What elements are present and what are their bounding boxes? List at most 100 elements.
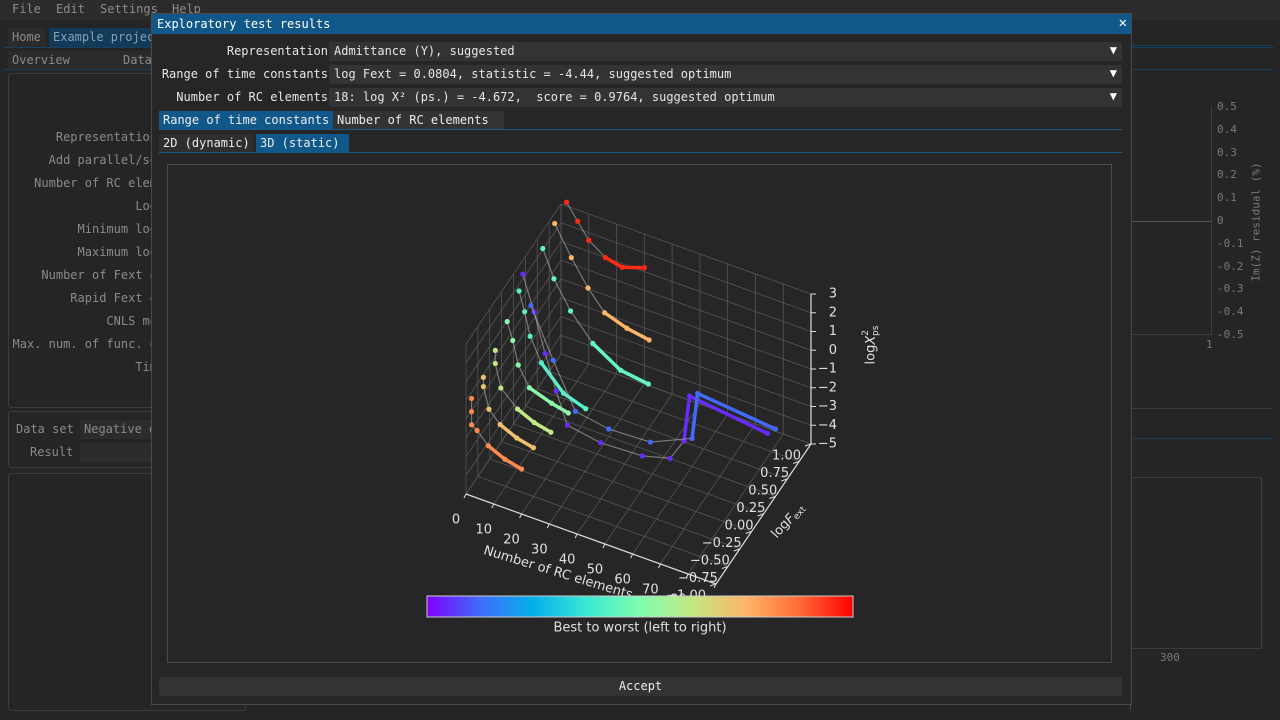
x-tick-mark [657,563,661,569]
representation-select[interactable]: Admittance (Y), suggested ▼ [329,42,1122,61]
zero-line [1131,221,1211,222]
tab-3d-static[interactable]: 3D (static) [256,134,349,152]
setting-label: Maximum log [77,245,157,259]
z-tick-label: −3 [818,399,837,414]
data-point [563,199,570,205]
grid-line [560,222,812,314]
data-point [498,385,504,391]
data-point [492,347,498,353]
y-tick: 0.4 [1217,123,1237,136]
divider [1131,408,1273,409]
data-point [585,285,591,291]
data-point [474,427,480,434]
series-line [518,290,587,410]
tab-overview[interactable]: Overview [8,51,121,70]
data-point [572,408,578,414]
data-point [480,384,487,390]
y-tick: 0.3 [1217,146,1237,159]
data-point [527,333,533,339]
tab-example-project[interactable]: Example project [49,28,167,47]
data-point [542,350,548,356]
triangle-down-icon: ▼ [1109,43,1117,57]
grid-line [560,241,812,332]
y-tick-label: 0.75 [760,466,789,481]
menu-settings[interactable]: Settings [100,2,158,16]
grid-line [560,297,812,389]
x-tick-label: 10 [476,523,493,538]
x-tick-label: 30 [531,543,548,558]
x-tick-mark [574,533,578,539]
exploratory-results-modal: Exploratory test results ✕ Representatio… [151,13,1132,705]
data-point [567,308,574,314]
menu-edit[interactable]: Edit [56,2,85,16]
setting-label: Max. num. of func. e [12,337,158,351]
grid-line [560,278,812,370]
grid-line [560,316,812,407]
time-constants-select[interactable]: log Fext = 0.0804, statistic = -4.44, su… [329,65,1122,84]
data-point [515,362,521,368]
data-point [522,309,528,315]
grid-line [501,441,752,532]
modal-title-bar[interactable]: Exploratory test results ✕ [152,14,1131,34]
x-tick-mark [491,503,495,509]
tab-home[interactable]: Home [8,28,45,47]
data-point [480,374,487,380]
data-point [598,440,604,446]
z-tick-label: 3 [829,287,837,302]
tab-2d-dynamic[interactable]: 2D (dynamic) [159,134,254,152]
data-point [575,218,581,224]
series-tail [515,407,553,434]
data-set-label: Data set [16,422,74,436]
x-tick-label: 0 [452,513,460,528]
settings-panel: Representation Add parallel/se Number of… [8,73,170,408]
series-line [522,273,768,460]
close-icon[interactable]: ✕ [1119,15,1127,31]
setting-label: CNLS me [106,314,157,328]
data-point [551,276,557,282]
result-label: Result [30,445,74,459]
bg-line-right-1 [1130,45,1270,46]
y-tick-label: −0.25 [702,536,742,551]
data-point [564,422,570,428]
data-point [606,426,612,432]
y-tick-label: 0.25 [736,501,765,516]
residual-y-label: Im(Z) residual (%) [1249,162,1263,282]
tab-range-of-time-constants[interactable]: Range of time constants [159,111,334,129]
data-point [568,255,574,261]
z-tick-label: 1 [829,324,837,339]
triangle-down-icon: ▼ [1109,89,1117,103]
data-point [468,395,475,402]
y-tick: 0.1 [1217,191,1237,204]
data-point [520,271,526,277]
z-tick-label: −5 [818,437,837,452]
plot-3d-frame: 0102030405060708090−1.00−0.75−0.50−0.250… [167,164,1112,663]
y-tick: 0 [1217,214,1224,227]
data-point [486,406,492,412]
data-point [553,388,559,394]
setting-label: Rapid Fext e [70,291,157,305]
accept-button[interactable]: Accept [159,677,1122,696]
menu-file[interactable]: File [12,2,41,16]
x-tick-mark [630,553,634,559]
data-point [468,409,475,415]
tab-number-of-rc-elements[interactable]: Number of RC elements [333,111,504,129]
time-constants-value: log Fext = 0.0804, statistic = -4.44, su… [334,67,732,81]
y-tick: -0.2 [1217,260,1244,273]
series-tail [602,311,651,342]
setting-label: Minimum log [77,222,157,236]
x-tick: 1 [1206,338,1213,351]
grid-line [560,203,812,295]
setting-label: Representation [55,130,157,144]
data-point [552,220,558,227]
y-tick: -0.1 [1217,237,1244,250]
rc-elements-value: 18: log X² (ps.) = -4.672, score = 0.976… [334,90,775,104]
grid-line [560,259,812,351]
representation-value: Admittance (Y), suggested [334,44,515,58]
plot-3d-chart: 0102030405060708090−1.00−0.75−0.50−0.250… [426,199,881,636]
grid-line [513,423,764,515]
plot-tab-underline [159,152,1122,153]
y-tick-label: 0.50 [748,484,777,499]
data-point [468,422,475,428]
rc-elements-select[interactable]: 18: log X² (ps.) = -4.672, score = 0.976… [329,88,1122,107]
z-tick-label: −1 [818,362,837,377]
